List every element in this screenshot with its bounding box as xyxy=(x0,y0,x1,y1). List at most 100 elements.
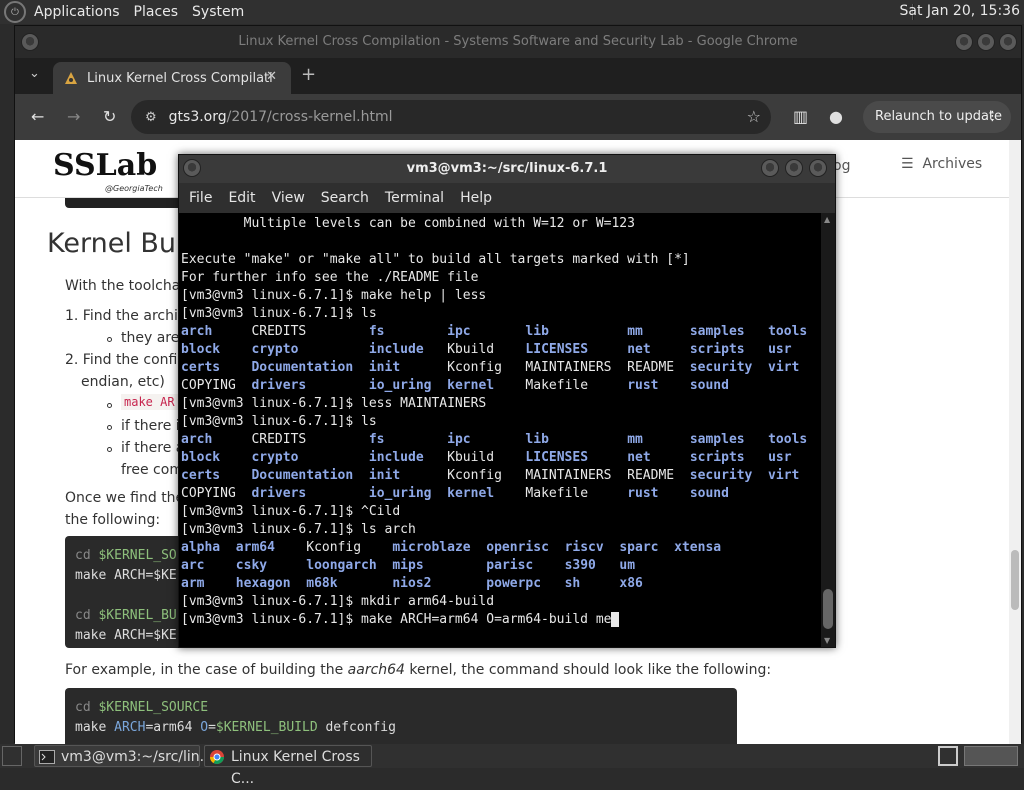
terminal-line: arch CREDITS fs ipc lib mm samples tools xyxy=(181,324,808,339)
terminal-output[interactable]: Multiple levels can be combined with W=1… xyxy=(179,213,823,647)
terminal-line: arch CREDITS fs ipc lib mm samples tools xyxy=(181,432,808,447)
profile-icon[interactable]: ● xyxy=(829,107,843,126)
section-heading: Kernel Bu xyxy=(47,228,177,259)
terminal-line: arm hexagon m68k nios2 powerpc sh x86 xyxy=(181,576,643,591)
terminal-line: [vm3@vm3 linux-6.7.1]$ mkdir arm64-build xyxy=(181,594,495,609)
taskbar-terminal[interactable]: vm3@vm3:~/src/lin... xyxy=(34,745,213,767)
terminal-cursor xyxy=(611,612,620,627)
menu-places[interactable]: Places xyxy=(134,4,179,20)
code-block-fragment xyxy=(65,198,185,208)
tab-search-chevron-icon[interactable]: ⌄ xyxy=(29,66,40,81)
terminal-minimize-button[interactable] xyxy=(761,159,779,177)
list-item-config-code: make AR xyxy=(121,394,178,410)
menu-applications[interactable]: Applications xyxy=(34,4,120,20)
menu-system[interactable]: System xyxy=(192,4,244,20)
terminal-scrollbar[interactable]: ▲ ▼ xyxy=(821,213,835,647)
terminal-line: Execute "make" or "make all" to build al… xyxy=(181,252,690,267)
terminal-menu-view[interactable]: View xyxy=(272,190,305,206)
terminal-line: [vm3@vm3 linux-6.7.1]$ ls xyxy=(181,306,377,321)
top-panel: ⏻ Applications Places System Sat Jan 20,… xyxy=(0,0,1024,24)
tab-strip: ⌄ Linux Kernel Cross Compilati ✕ + xyxy=(15,58,1021,94)
terminal-line: certs Documentation init Kconfig MAINTAI… xyxy=(181,468,800,483)
code-block-aarch64[interactable]: cd $KERNEL_SOURCE make ARCH=arm64 O=$KER… xyxy=(65,688,737,744)
terminal-window-menu-button[interactable] xyxy=(183,159,201,177)
list-item-config: 2. Find the configu xyxy=(65,352,196,368)
bookmark-star-icon[interactable]: ☆ xyxy=(747,107,761,126)
forward-icon[interactable]: → xyxy=(67,107,80,126)
terminal-scrollbar-thumb[interactable] xyxy=(823,589,833,629)
workspace-switcher[interactable] xyxy=(964,746,1018,766)
terminal-menu-help[interactable]: Help xyxy=(460,190,492,206)
clock[interactable]: Sat Jan 20, 15:36 xyxy=(900,3,1021,19)
taskbar-chrome[interactable]: Linux Kernel Cross C... xyxy=(204,745,372,787)
address-bar[interactable]: ⚙ gts3.org/2017/cross-kernel.html ☆ xyxy=(131,100,771,134)
chrome-titlebar[interactable]: Linux Kernel Cross Compilation - Systems… xyxy=(15,26,1021,58)
terminal-line: For further info see the ./README file xyxy=(181,270,479,285)
nav-archives[interactable]: ☰ Archives xyxy=(901,156,982,172)
list-item-config-cont: endian, etc) xyxy=(81,374,165,390)
list-item-arch: 1. Find the archite xyxy=(65,308,192,324)
paragraph-toolchain: With the toolchain xyxy=(65,278,194,294)
terminal-window: vm3@vm3:~/src/linux-6.7.1 File Edit View… xyxy=(178,154,836,648)
tab-close-icon[interactable]: ✕ xyxy=(266,69,277,84)
terminal-menu-file[interactable]: File xyxy=(189,190,212,206)
terminal-line: [vm3@vm3 linux-6.7.1]$ ls xyxy=(181,414,377,429)
tab-cross-kernel[interactable]: Linux Kernel Cross Compilati ✕ xyxy=(53,62,291,94)
scroll-down-icon[interactable]: ▼ xyxy=(824,636,830,645)
terminal-line: [vm3@vm3 linux-6.7.1]$ ^Cild xyxy=(181,504,401,519)
terminal-icon xyxy=(39,749,55,764)
minimize-button[interactable] xyxy=(955,33,973,51)
paragraph-once-cont: the following: xyxy=(65,512,161,528)
terminal-line: [vm3@vm3 linux-6.7.1]$ make ARCH=arm64 O… xyxy=(181,611,823,629)
side-panel-icon[interactable]: ▥ xyxy=(793,107,808,126)
terminal-line: block crypto include Kbuild LICENSES net… xyxy=(181,342,792,357)
chrome-window-title: Linux Kernel Cross Compilation - Systems… xyxy=(238,34,798,49)
chrome-toolbar: ← → ↻ ⚙ gts3.org/2017/cross-kernel.html … xyxy=(15,94,1021,140)
sub-bullet xyxy=(107,403,112,408)
terminal-line: arc csky loongarch mips parisc s390 um xyxy=(181,558,636,573)
site-info-icon[interactable]: ⚙ xyxy=(145,110,157,125)
terminal-line: block crypto include Kbuild LICENSES net… xyxy=(181,450,792,465)
sslab-logo[interactable]: SSLab @GeorgiaTech xyxy=(53,148,173,193)
favicon-icon xyxy=(63,70,79,86)
paragraph-example: For example, in the case of building the… xyxy=(65,662,772,678)
chrome-icon xyxy=(209,749,225,764)
maximize-button[interactable] xyxy=(977,33,995,51)
distro-logo-icon[interactable]: ⏻ xyxy=(4,1,26,23)
reload-icon[interactable]: ↻ xyxy=(103,107,116,126)
window-menu-button[interactable] xyxy=(21,33,39,51)
taskbar: vm3@vm3:~/src/lin... Linux Kernel Cross … xyxy=(0,744,1024,787)
sub-bullet xyxy=(107,337,112,342)
tab-title: Linux Kernel Cross Compilati xyxy=(87,70,273,86)
terminal-maximize-button[interactable] xyxy=(785,159,803,177)
terminal-line: COPYING drivers io_uring kernel Makefile… xyxy=(181,486,729,501)
terminal-menu-edit[interactable]: Edit xyxy=(228,190,255,206)
page-scrollbar[interactable] xyxy=(1009,140,1021,744)
more-menu-icon[interactable]: ⋮ xyxy=(986,101,999,133)
terminal-title: vm3@vm3:~/src/linux-6.7.1 xyxy=(406,161,608,176)
scroll-up-icon[interactable]: ▲ xyxy=(824,215,830,224)
page-scrollbar-thumb[interactable] xyxy=(1011,550,1019,610)
workspace-1-button[interactable] xyxy=(938,746,958,766)
terminal-line: Multiple levels can be combined with W=1… xyxy=(181,216,635,231)
url-text[interactable]: gts3.org/2017/cross-kernel.html xyxy=(169,109,393,125)
terminal-close-button[interactable] xyxy=(809,159,827,177)
terminal-line: [vm3@vm3 linux-6.7.1]$ less MAINTAINERS xyxy=(181,396,487,411)
terminal-line: [vm3@vm3 linux-6.7.1]$ make help | less xyxy=(181,288,487,303)
terminal-menu-terminal[interactable]: Terminal xyxy=(385,190,444,206)
relaunch-button[interactable]: Relaunch to update ⋮ xyxy=(863,101,1011,133)
terminal-line: alpha arm64 Kconfig microblaze openrisc … xyxy=(181,540,722,555)
terminal-line: certs Documentation init Kconfig MAINTAI… xyxy=(181,360,800,375)
new-tab-icon[interactable]: + xyxy=(301,64,316,85)
close-window-button[interactable] xyxy=(999,33,1017,51)
terminal-line: [vm3@vm3 linux-6.7.1]$ ls arch xyxy=(181,522,416,537)
sub-bullet xyxy=(107,447,112,452)
terminal-titlebar[interactable]: vm3@vm3:~/src/linux-6.7.1 xyxy=(179,155,835,183)
back-icon[interactable]: ← xyxy=(31,107,44,126)
terminal-menubar: File Edit View Search Terminal Help xyxy=(179,183,835,213)
sub-bullet xyxy=(107,425,112,430)
archives-list-icon: ☰ xyxy=(901,156,923,172)
show-desktop-icon[interactable] xyxy=(2,746,22,766)
terminal-menu-search[interactable]: Search xyxy=(321,190,369,206)
